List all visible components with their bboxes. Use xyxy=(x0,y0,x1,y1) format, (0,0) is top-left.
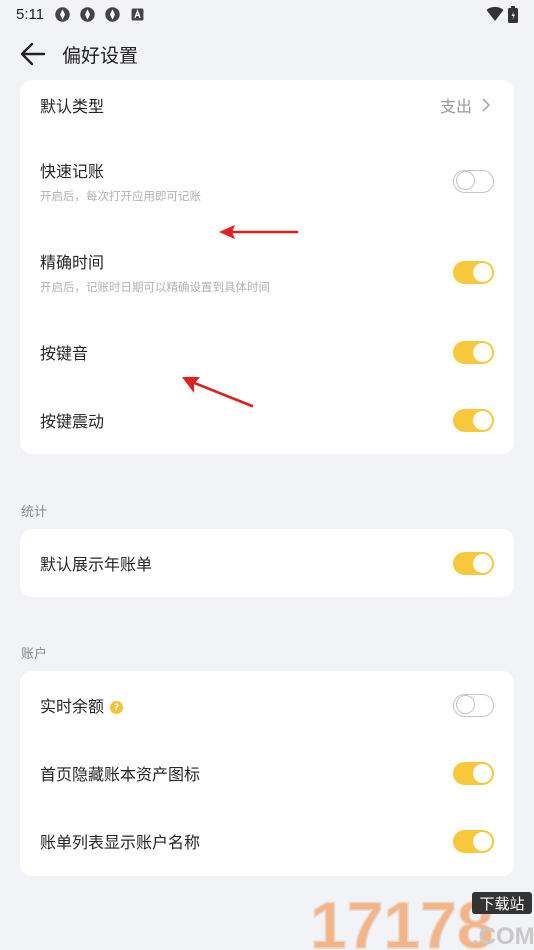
chevron-right-icon xyxy=(482,98,491,112)
precise-time-desc: 开启后，记账时日期可以精确设置到具体时间 xyxy=(40,280,270,294)
toggle-knob xyxy=(473,410,492,430)
watermark-number: 17178 xyxy=(310,888,494,950)
key-sound-toggle[interactable] xyxy=(453,340,494,364)
toggle-knob xyxy=(473,831,492,851)
precise-time-row: 精确时间 开启后，记账时日期可以精确设置到具体时间 xyxy=(20,237,514,307)
key-sound-label: 按键音 xyxy=(40,344,89,363)
toggle-knob xyxy=(455,171,475,190)
help-icon[interactable]: ? xyxy=(110,701,124,714)
key-vibrate-row: 按键震动 xyxy=(20,390,514,450)
toggle-knob xyxy=(473,262,492,282)
app-header: 偏好设置 xyxy=(0,28,534,80)
status-bar: 5:11 xyxy=(0,0,534,28)
realtime-balance-label: 实时余额? xyxy=(40,693,124,717)
quick-entry-toggle[interactable] xyxy=(453,169,494,193)
show-account-name-toggle[interactable] xyxy=(453,829,494,853)
precise-time-toggle[interactable] xyxy=(453,260,494,284)
watermark-badge: 下载站 xyxy=(479,895,524,913)
realtime-balance-row: 实时余额? xyxy=(20,671,514,739)
account-section-title: 账户 xyxy=(21,647,48,662)
quick-entry-text: 快速记账 开启后，每次打开应用即可记账 xyxy=(40,158,201,204)
notification-icon xyxy=(105,6,120,22)
annual-bill-toggle[interactable] xyxy=(453,551,494,575)
hide-asset-icon-label: 首页隐藏账本资产图标 xyxy=(40,765,201,784)
general-settings-card: 默认类型 支出 快速记账 开启后，每次打开应用即可记账 精确时间 开启后，记账时… xyxy=(20,80,514,454)
status-right xyxy=(486,5,518,23)
default-type-label: 默认类型 xyxy=(40,97,105,116)
hide-asset-icon-toggle[interactable] xyxy=(453,761,494,785)
notification-icon xyxy=(55,6,70,22)
toggle-knob xyxy=(473,763,492,783)
key-sound-row: 按键音 xyxy=(20,322,514,382)
realtime-balance-toggle[interactable] xyxy=(453,693,494,717)
notification-icon xyxy=(80,6,95,22)
precise-time-label: 精确时间 xyxy=(40,253,105,272)
precise-time-text: 精确时间 开启后，记账时日期可以精确设置到具体时间 xyxy=(40,249,270,295)
toggle-knob xyxy=(473,553,492,573)
show-account-name-label: 账单列表显示账户名称 xyxy=(40,833,201,852)
quick-entry-label: 快速记账 xyxy=(40,162,105,181)
default-type-value-text: 支出 xyxy=(439,97,472,116)
app-a-icon xyxy=(131,8,144,20)
stats-section-title: 统计 xyxy=(21,505,48,520)
watermark-domain: .COM xyxy=(472,923,534,950)
default-type-value: 支出 xyxy=(440,93,494,117)
toggle-knob xyxy=(473,342,492,362)
wifi-icon xyxy=(486,6,504,21)
key-vibrate-label: 按键震动 xyxy=(40,412,105,431)
realtime-balance-label-text: 实时余额 xyxy=(40,697,105,716)
default-type-row[interactable]: 默认类型 支出 xyxy=(20,80,514,130)
annual-bill-label: 默认展示年账单 xyxy=(40,555,153,574)
page-title: 偏好设置 xyxy=(62,44,139,67)
status-time: 5:11 xyxy=(16,5,45,23)
key-vibrate-toggle[interactable] xyxy=(453,408,494,432)
site-watermark-logo: 17178 下载站 .COM xyxy=(310,887,534,950)
show-account-name-row: 账单列表显示账户名称 xyxy=(20,807,514,875)
annual-bill-row: 默认展示年账单 xyxy=(20,529,514,597)
stats-card: 默认展示年账单 xyxy=(20,529,514,597)
toggle-knob xyxy=(455,695,475,714)
quick-entry-row: 快速记账 开启后，每次打开应用即可记账 xyxy=(20,146,514,216)
back-arrow-icon[interactable] xyxy=(18,39,48,69)
battery-icon xyxy=(508,5,518,23)
hide-asset-icon-row: 首页隐藏账本资产图标 xyxy=(20,739,514,807)
account-card: 实时余额? 首页隐藏账本资产图标 账单列表显示账户名称 xyxy=(20,671,514,876)
quick-entry-desc: 开启后，每次打开应用即可记账 xyxy=(40,189,201,203)
